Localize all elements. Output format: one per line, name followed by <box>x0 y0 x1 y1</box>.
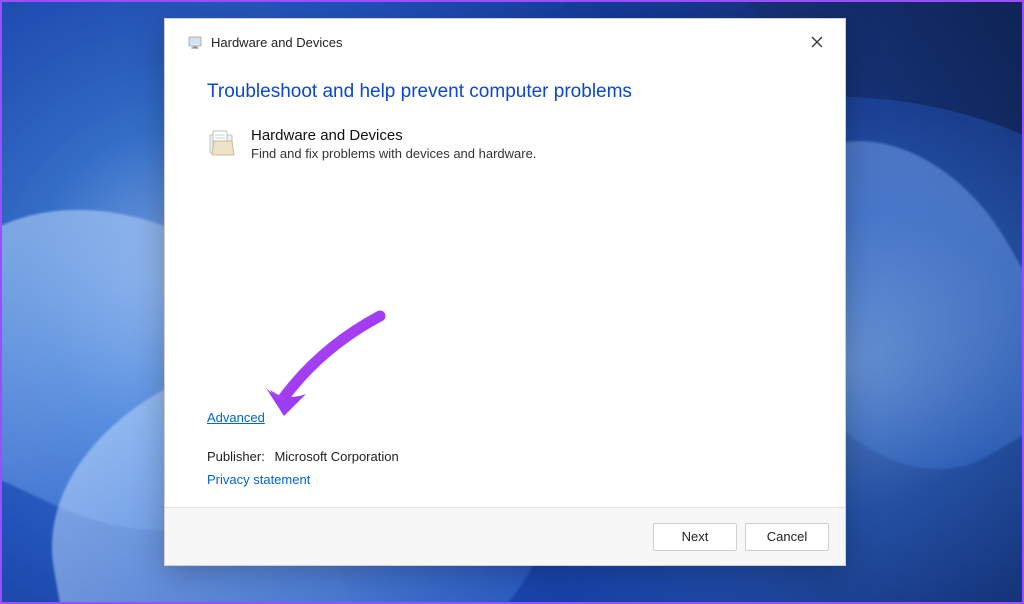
advanced-link[interactable]: Advanced <box>207 410 265 425</box>
privacy-statement-link[interactable]: Privacy statement <box>207 472 310 487</box>
publisher-label: Publisher: <box>207 449 265 464</box>
troubleshooter-description: Find and fix problems with devices and h… <box>251 146 536 161</box>
page-heading: Troubleshoot and help prevent computer p… <box>207 81 805 103</box>
dialog-footer: Next Cancel <box>165 507 845 565</box>
publisher-row: Publisher: Microsoft Corporation <box>207 449 399 464</box>
folder-document-icon <box>207 127 239 159</box>
next-button[interactable]: Next <box>653 523 737 551</box>
dialog-content: Troubleshoot and help prevent computer p… <box>165 65 845 507</box>
window-title: Hardware and Devices <box>211 35 343 50</box>
cancel-button[interactable]: Cancel <box>745 523 829 551</box>
titlebar: Hardware and Devices <box>165 19 845 65</box>
troubleshooter-icon <box>187 34 203 50</box>
close-button[interactable] <box>801 26 833 58</box>
close-icon <box>811 36 823 48</box>
troubleshooter-dialog: Hardware and Devices Troubleshoot and he… <box>164 18 846 566</box>
troubleshooter-title: Hardware and Devices <box>251 127 536 144</box>
troubleshooter-item: Hardware and Devices Find and fix proble… <box>207 127 805 161</box>
publisher-value: Microsoft Corporation <box>274 449 398 464</box>
